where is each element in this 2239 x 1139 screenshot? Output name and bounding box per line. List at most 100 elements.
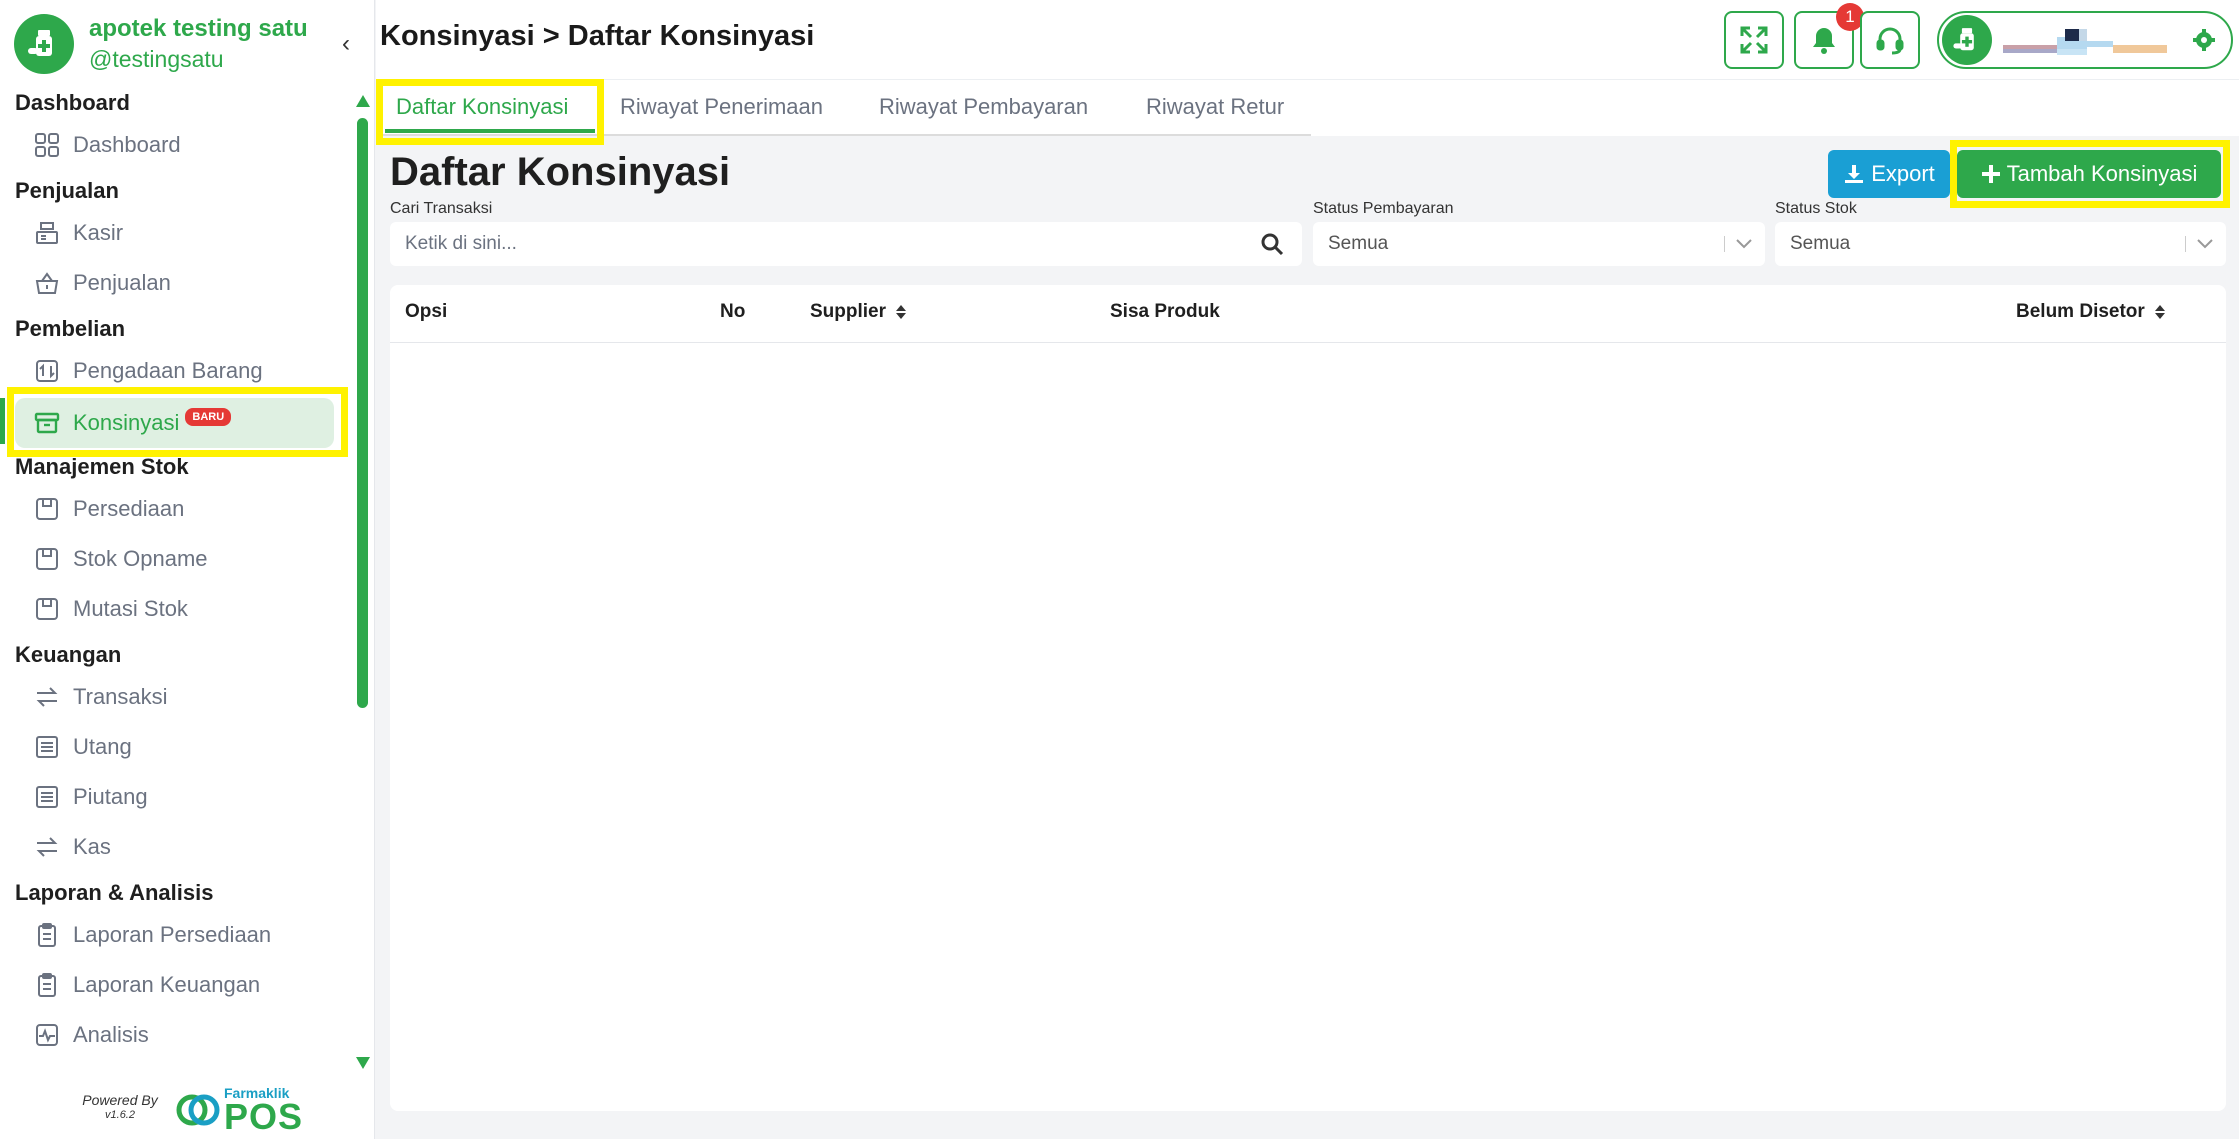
- sidebar-item-piutang[interactable]: Piutang: [0, 772, 352, 822]
- sidebar-item-stok-opname[interactable]: Stok Opname: [0, 534, 352, 584]
- sidebar-item-label: Analisis: [73, 1022, 149, 1047]
- nav-section-keuangan: Keuangan: [15, 642, 122, 667]
- tab-divider: [376, 134, 1311, 136]
- sidebar-item-laporan-persediaan[interactable]: Laporan Persediaan: [0, 910, 352, 960]
- scroll-up-arrow-icon[interactable]: [356, 95, 370, 107]
- column-label: Opsi: [405, 301, 448, 322]
- powered-by-text: Powered By: [82, 1092, 158, 1108]
- sidebar-item-persediaan[interactable]: Persediaan: [0, 484, 352, 534]
- basket-icon: [33, 269, 61, 297]
- ledger-icon: [33, 783, 61, 811]
- sidebar-item-transaksi[interactable]: Transaksi: [0, 672, 352, 722]
- sort-icon[interactable]: [896, 305, 907, 319]
- search-input[interactable]: Ketik di sini...: [390, 222, 1302, 266]
- download-icon: [1845, 165, 1864, 183]
- column-label: Belum Disetor: [2016, 301, 2145, 322]
- column-header-no: No: [720, 301, 745, 323]
- sidebar-item-label: Transaksi: [73, 684, 168, 709]
- analytics-icon: [33, 1021, 61, 1049]
- column-header-belum-disetor[interactable]: Belum Disetor: [2016, 301, 2165, 323]
- farmaklik-pos-logo: Farmaklik POS: [176, 1086, 304, 1137]
- clipboard-icon: [33, 971, 61, 999]
- search-placeholder: Ketik di sini...: [405, 233, 517, 254]
- column-label: No: [720, 301, 746, 322]
- store-name: apotek testing satu: [89, 15, 308, 42]
- sidebar-item-kasir[interactable]: Kasir: [0, 208, 352, 258]
- notification-button[interactable]: 1: [1794, 3, 1864, 69]
- sidebar-item-pengadaan-barang[interactable]: Pengadaan Barang: [0, 346, 352, 396]
- tab-riwayat-penerimaan[interactable]: Riwayat Penerimaan: [620, 94, 823, 120]
- procurement-icon: [33, 357, 61, 385]
- box-icon: [33, 495, 61, 523]
- archive-box-icon: [33, 409, 61, 437]
- sidebar-item-label: Konsinyasi: [73, 410, 180, 435]
- tab-riwayat-pembayaran[interactable]: Riwayat Pembayaran: [879, 94, 1088, 120]
- sidebar-item-label: Pengadaan Barang: [73, 358, 263, 383]
- clipboard-icon: [33, 921, 61, 949]
- avatar: [1942, 15, 1992, 65]
- ledger-icon: [33, 733, 61, 761]
- chevron-down-icon: [1736, 239, 1752, 249]
- sidebar-item-label: Mutasi Stok: [73, 596, 188, 621]
- sidebar-item-utang[interactable]: Utang: [0, 722, 352, 772]
- search-label: Cari Transaksi: [390, 200, 493, 217]
- powered-by: Powered By v1.6.2: [75, 1093, 165, 1123]
- status-stok-select[interactable]: Semua: [1775, 222, 2226, 266]
- app-root: apotek testing satu @testingsatu ‹ Dashb…: [0, 0, 2239, 1139]
- status-pembayaran-value: Semua: [1328, 233, 1389, 254]
- app-version: v1.6.2: [105, 1109, 135, 1121]
- transfer-icon: [33, 833, 61, 861]
- sidebar-item-laporan-keuangan[interactable]: Laporan Keuangan: [0, 960, 352, 1010]
- export-button[interactable]: Export: [1828, 150, 1950, 198]
- sidebar-item-label: Kas: [73, 834, 111, 859]
- support-button[interactable]: [1860, 11, 1920, 69]
- gear-icon[interactable]: [2191, 27, 2217, 53]
- scroll-down-arrow-icon[interactable]: [356, 1057, 370, 1069]
- status-stok-value: Semua: [1790, 233, 1851, 254]
- sidebar-item-konsinyasi[interactable]: Konsinyasi BARU: [0, 398, 334, 448]
- box-icon: [33, 545, 61, 573]
- tab-bar: Daftar Konsinyasi Riwayat Penerimaan Riw…: [376, 80, 2239, 136]
- sidebar-item-label: Laporan Keuangan: [73, 972, 261, 997]
- add-consignment-label: Tambah Konsinyasi: [2006, 161, 2198, 186]
- grid-icon: [33, 131, 61, 159]
- add-consignment-button[interactable]: Tambah Konsinyasi: [1957, 150, 2221, 198]
- topbar: Konsinyasi > Daftar Konsinyasi 1: [376, 0, 2239, 80]
- sidebar-item-label: Piutang: [73, 784, 148, 809]
- status-pembayaran-select[interactable]: Semua: [1313, 222, 1765, 266]
- sidebar-scrollbar[interactable]: [357, 118, 368, 708]
- column-header-supplier[interactable]: Supplier: [810, 301, 907, 323]
- table-header: Opsi No Supplier Sisa Produk Belum Diset…: [390, 285, 2226, 343]
- search-icon[interactable]: [1260, 232, 1284, 256]
- store-handle: @testingsatu: [89, 46, 224, 72]
- select-separator: [2185, 236, 2186, 252]
- user-menu[interactable]: [1937, 11, 2233, 69]
- sidebar: apotek testing satu @testingsatu ‹ Dashb…: [0, 0, 375, 1139]
- sidebar-item-label: Dashboard: [73, 132, 181, 157]
- sidebar-item-dashboard[interactable]: Dashboard: [0, 120, 352, 170]
- status-pembayaran-label: Status Pembayaran: [1313, 200, 1454, 217]
- chevron-down-icon: [2197, 239, 2213, 249]
- new-badge: BARU: [185, 408, 232, 426]
- tab-riwayat-retur[interactable]: Riwayat Retur: [1146, 94, 1284, 120]
- pos-brand-big: POS: [224, 1096, 304, 1137]
- brand[interactable]: apotek testing satu @testingsatu: [14, 14, 308, 74]
- headset-icon: [1876, 27, 1904, 55]
- cash-register-icon: [33, 219, 61, 247]
- nav-section-dashboard: Dashboard: [15, 90, 130, 115]
- tab-daftar-konsinyasi[interactable]: Daftar Konsinyasi: [396, 94, 568, 120]
- sidebar-item-analisis[interactable]: Analisis: [0, 1010, 352, 1060]
- status-stok-label: Status Stok: [1775, 200, 1857, 217]
- column-header-opsi: Opsi: [405, 301, 447, 323]
- collapse-sidebar-icon[interactable]: ‹: [342, 30, 350, 58]
- sort-icon[interactable]: [2154, 305, 2165, 319]
- fullscreen-button[interactable]: [1724, 11, 1784, 69]
- sidebar-item-mutasi-stok[interactable]: Mutasi Stok: [0, 584, 352, 634]
- sidebar-item-label: Laporan Persediaan: [73, 922, 272, 947]
- column-label: Supplier: [810, 301, 887, 322]
- sidebar-item-penjualan[interactable]: Penjualan: [0, 258, 352, 308]
- nav-section-penjualan: Penjualan: [15, 178, 119, 203]
- sidebar-item-kas[interactable]: Kas: [0, 822, 352, 872]
- plus-icon: [1981, 165, 2000, 183]
- sidebar-item-label: Persediaan: [73, 496, 185, 521]
